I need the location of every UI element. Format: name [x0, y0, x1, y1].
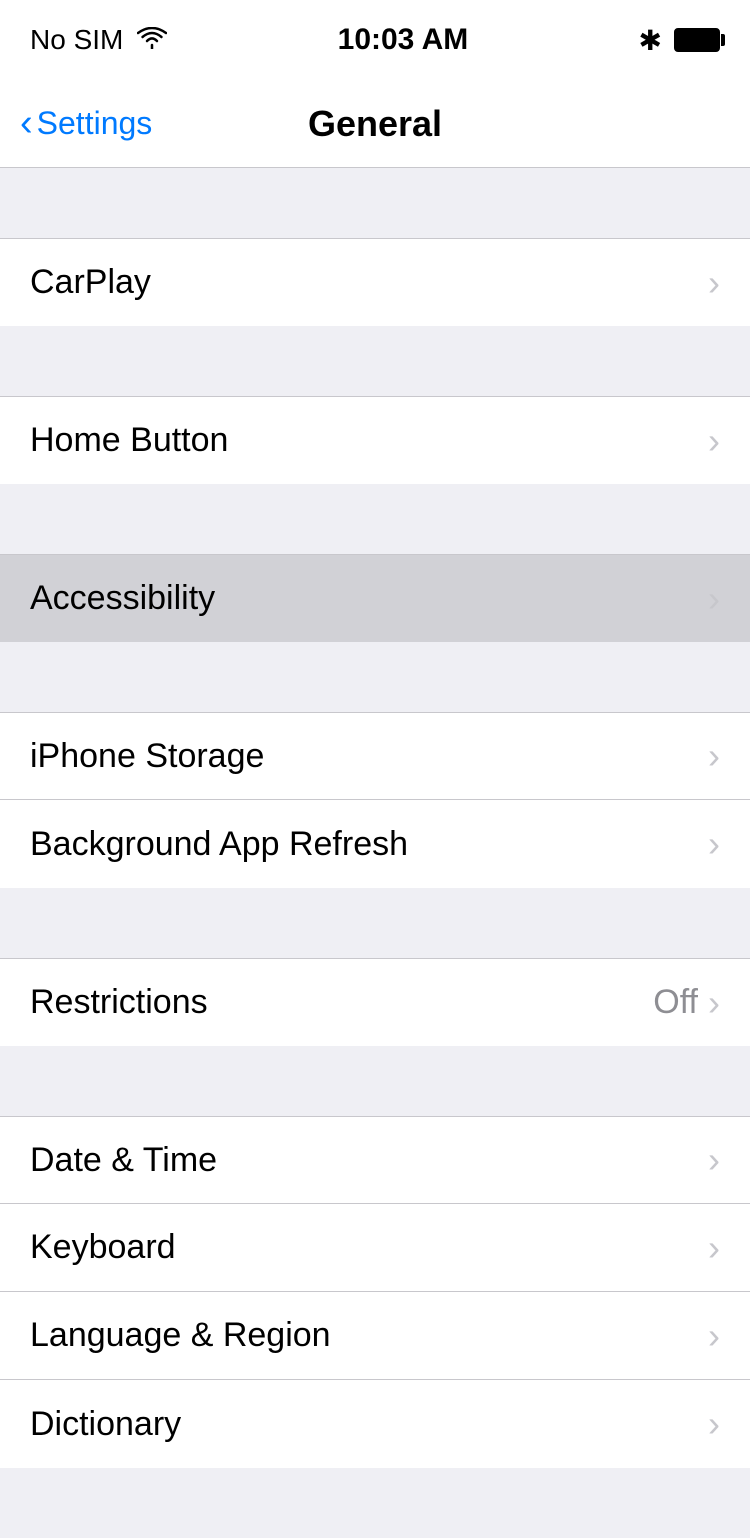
- carplay-right: ›: [708, 262, 720, 304]
- status-time: 10:03 AM: [338, 23, 469, 57]
- row-language-region[interactable]: Language & Region ›: [0, 1292, 750, 1380]
- background-app-refresh-right: ›: [708, 823, 720, 865]
- chevron-icon: ›: [708, 420, 720, 462]
- wifi-icon: [137, 24, 167, 56]
- chevron-icon: ›: [708, 1139, 720, 1181]
- chevron-icon: ›: [708, 982, 720, 1024]
- page-title: General: [308, 103, 442, 145]
- section-gap-bottom: [0, 1468, 750, 1538]
- row-restrictions[interactable]: Restrictions Off ›: [0, 958, 750, 1046]
- section-restrictions: Restrictions Off ›: [0, 958, 750, 1046]
- section-datetime-etc: Date & Time › Keyboard › Language & Regi…: [0, 1116, 750, 1468]
- back-label: Settings: [37, 105, 153, 142]
- status-right: ✱: [639, 24, 720, 57]
- back-button[interactable]: ‹ Settings: [20, 102, 152, 145]
- section-gap-2: [0, 484, 750, 554]
- row-accessibility[interactable]: Accessibility ›: [0, 554, 750, 642]
- background-app-refresh-label: Background App Refresh: [30, 825, 408, 864]
- chevron-icon: ›: [708, 1227, 720, 1269]
- dictionary-right: ›: [708, 1403, 720, 1445]
- date-time-label: Date & Time: [30, 1141, 217, 1180]
- iphone-storage-label: iPhone Storage: [30, 737, 264, 776]
- section-gap-1: [0, 326, 750, 396]
- status-left: No SIM: [30, 24, 167, 56]
- row-background-app-refresh[interactable]: Background App Refresh ›: [0, 800, 750, 888]
- chevron-icon: ›: [708, 823, 720, 865]
- home-button-label: Home Button: [30, 421, 228, 460]
- section-gap-3: [0, 642, 750, 712]
- section-gap-5: [0, 1046, 750, 1116]
- chevron-icon: ›: [708, 262, 720, 304]
- battery-icon: [674, 28, 720, 52]
- section-gap-top: [0, 168, 750, 238]
- restrictions-value: Off: [653, 983, 698, 1022]
- section-homebutton: Home Button ›: [0, 396, 750, 484]
- section-storage-refresh: iPhone Storage › Background App Refresh …: [0, 712, 750, 888]
- date-time-right: ›: [708, 1139, 720, 1181]
- accessibility-right: ›: [708, 578, 720, 620]
- row-iphone-storage[interactable]: iPhone Storage ›: [0, 712, 750, 800]
- section-gap-4: [0, 888, 750, 958]
- chevron-icon: ›: [708, 735, 720, 777]
- restrictions-right: Off ›: [653, 982, 720, 1024]
- chevron-icon: ›: [708, 1315, 720, 1357]
- iphone-storage-right: ›: [708, 735, 720, 777]
- accessibility-label: Accessibility: [30, 579, 215, 618]
- carplay-label: CarPlay: [30, 263, 151, 302]
- section-carplay: CarPlay ›: [0, 238, 750, 326]
- restrictions-label: Restrictions: [30, 983, 208, 1022]
- section-accessibility: Accessibility ›: [0, 554, 750, 642]
- row-dictionary[interactable]: Dictionary ›: [0, 1380, 750, 1468]
- nav-bar: ‹ Settings General: [0, 80, 750, 168]
- keyboard-right: ›: [708, 1227, 720, 1269]
- dictionary-label: Dictionary: [30, 1405, 181, 1444]
- row-keyboard[interactable]: Keyboard ›: [0, 1204, 750, 1292]
- chevron-icon: ›: [708, 1403, 720, 1445]
- language-region-label: Language & Region: [30, 1316, 331, 1355]
- language-region-right: ›: [708, 1315, 720, 1357]
- row-carplay[interactable]: CarPlay ›: [0, 238, 750, 326]
- chevron-icon: ›: [708, 578, 720, 620]
- back-chevron-icon: ‹: [20, 102, 33, 145]
- status-bar: No SIM 10:03 AM ✱: [0, 0, 750, 80]
- row-date-time[interactable]: Date & Time ›: [0, 1116, 750, 1204]
- carrier-label: No SIM: [30, 24, 123, 56]
- bluetooth-icon: ✱: [639, 24, 662, 57]
- row-home-button[interactable]: Home Button ›: [0, 396, 750, 484]
- keyboard-label: Keyboard: [30, 1228, 176, 1267]
- home-button-right: ›: [708, 420, 720, 462]
